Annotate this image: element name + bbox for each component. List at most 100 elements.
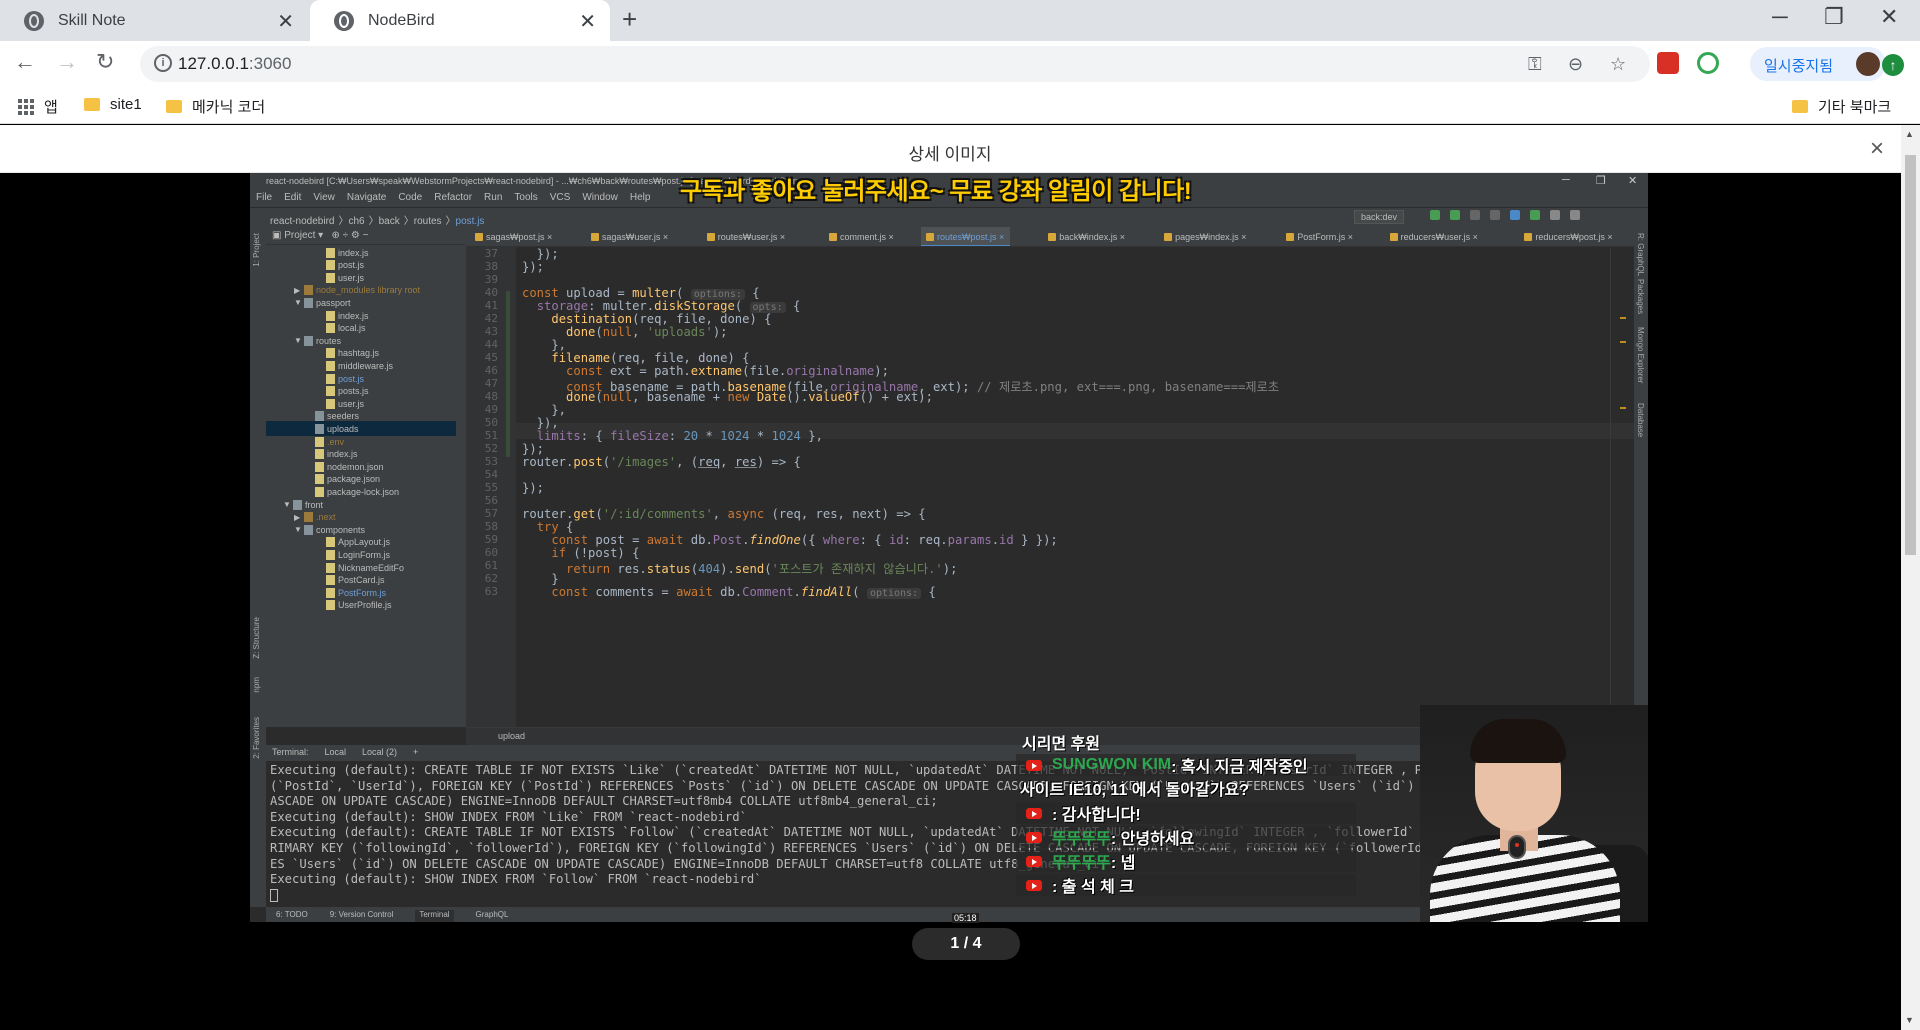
folder-icon: [293, 499, 302, 510]
tree-item-label: node_modules library root: [316, 285, 421, 296]
image-modal-header: 상세 이미지 ×: [0, 125, 1920, 173]
chat-message: 사이트 IE10, 11 에서 돌아갈가요?: [1016, 775, 1249, 801]
extension-icon[interactable]: [1657, 52, 1679, 74]
tree-item-label: user.js: [338, 398, 365, 409]
update-icon[interactable]: ↑: [1882, 54, 1904, 76]
warning-stripe: [1620, 317, 1626, 319]
folder-icon: [166, 100, 182, 113]
youtube-icon: [1026, 855, 1042, 867]
close-window-button[interactable]: ✕: [1880, 4, 1898, 30]
history-icon: [1550, 210, 1560, 220]
file-icon: [326, 247, 335, 258]
video-timecode: 05:18: [952, 913, 979, 923]
ide-menu-item: Run: [484, 192, 503, 203]
editor-tab: routes₩post.js ×: [921, 227, 1011, 246]
editor-tab: sagas₩user.js ×: [586, 227, 674, 246]
ide-menu-item: File: [256, 192, 273, 203]
minimize-window-button[interactable]: ─: [1772, 4, 1788, 30]
other-bookmarks[interactable]: 기타 북마크: [1792, 96, 1891, 117]
npm-tool-label: npm: [252, 677, 261, 693]
bookmark-apps[interactable]: 앱: [18, 96, 58, 117]
file-icon: [326, 373, 335, 384]
search-icon: [1570, 210, 1580, 220]
folder-icon: [304, 285, 313, 296]
key-icon[interactable]: ⚿: [1528, 54, 1542, 75]
folder-icon: [304, 335, 313, 346]
bookmark-mechanic-coder[interactable]: 메카닉 코더: [166, 96, 265, 117]
line-number: 46: [484, 364, 498, 377]
ide-menu-item: Refactor: [434, 192, 473, 203]
ide-tool-button: 9: Version Control: [329, 910, 394, 919]
line-number: 53: [484, 455, 498, 468]
packages-tool-label: Packages: [1636, 279, 1645, 315]
ide-breadcrumb: react-nodebird 〉ch6 〉back 〉routes 〉post.js: [270, 216, 488, 227]
line-number: 54: [484, 468, 498, 481]
tab-title: Skill Note: [58, 11, 126, 29]
close-tab-icon[interactable]: ✕: [277, 9, 294, 34]
youtube-icon: [1026, 831, 1042, 843]
tree-item-label: index.js: [338, 310, 369, 321]
breadcrumb-item: back: [378, 216, 400, 227]
ide-menu-item: Edit: [284, 192, 302, 203]
bookmark-site1[interactable]: site1: [84, 96, 142, 113]
site-info-icon[interactable]: i: [154, 54, 172, 72]
bookmark-label: 기타 북마크: [1818, 99, 1892, 116]
line-number: 62: [484, 572, 498, 585]
line-number: 37: [484, 247, 498, 260]
file-icon: [326, 398, 335, 409]
editor-tab: routes₩user.js ×: [702, 227, 791, 246]
restore-window-button[interactable]: ❐: [1824, 4, 1844, 30]
browser-tab-skill-note[interactable]: Skill Note ✕: [0, 0, 308, 41]
profile-button[interactable]: 일시중지됨: [1750, 47, 1886, 81]
browser-tab-nodebird[interactable]: NodeBird ✕: [310, 0, 610, 41]
close-tab-icon[interactable]: ✕: [579, 9, 596, 34]
database-tool-label: Database: [1636, 403, 1645, 438]
breadcrumb-separator: 〉: [338, 216, 349, 227]
tree-expand-icon: ▼: [294, 525, 302, 535]
close-modal-button[interactable]: ×: [1870, 135, 1884, 163]
tree-item-label: seeders: [327, 411, 360, 422]
tree-item-label: package.json: [327, 474, 381, 485]
chat-message: : 출 석 체 크: [1016, 872, 1356, 898]
line-number: 57: [484, 507, 498, 520]
modal-title: 상세 이미지: [908, 145, 992, 164]
terminal-cursor: [270, 888, 278, 902]
tree-item-label: PostForm.js: [338, 587, 387, 598]
scrollbar-thumb[interactable]: [1905, 155, 1916, 555]
editor-tab: sagas₩post.js ×: [470, 227, 558, 246]
extension-icon-2[interactable]: [1697, 52, 1719, 74]
tree-item-label: PostCard.js: [338, 575, 385, 586]
bookmarks-bar: 앱 site1 메카닉 코더 기타 북마크: [0, 88, 1920, 124]
favorites-tool-label: 2: Favorites: [252, 717, 261, 759]
warning-stripe: [1620, 407, 1626, 409]
ide-menu-item: Tools: [514, 192, 538, 203]
star-icon[interactable]: ☆: [1610, 54, 1626, 75]
line-number: 45: [484, 351, 498, 364]
chat-text: : 감사합니다!: [1052, 807, 1141, 824]
line-number: 41: [484, 299, 498, 312]
forward-arrow-icon[interactable]: →: [56, 49, 78, 75]
tree-item-label: post.js: [338, 373, 365, 384]
microphone-icon: [1508, 835, 1526, 859]
new-tab-button[interactable]: +: [622, 4, 637, 35]
chat-author: 뚜뚜뚜뚜: [1052, 831, 1111, 848]
chat-message: 뚜뚜뚜뚜 : 안녕하세요: [1016, 824, 1356, 850]
tree-expand-icon: ▼: [294, 336, 302, 346]
file-icon: [326, 600, 335, 611]
editor-tab: reducers₩post.js ×: [1519, 227, 1618, 246]
tree-item-label: index.js: [338, 247, 369, 258]
bookmark-label: 앱: [44, 99, 58, 116]
address-bar[interactable]: i 127.0.0.1:3060 ⚿ ⊖ ☆: [140, 46, 1650, 82]
scroll-down-arrow-icon[interactable]: ▼: [1905, 1015, 1914, 1025]
tree-item: UserProfile.js: [266, 598, 456, 613]
line-number: 56: [484, 494, 498, 507]
zoom-icon[interactable]: ⊖: [1568, 54, 1583, 75]
tree-item-label: components: [316, 524, 366, 535]
reload-icon[interactable]: ↻: [96, 49, 114, 75]
breadcrumb-separator: 〉: [445, 216, 456, 227]
back-arrow-icon[interactable]: ←: [14, 49, 36, 75]
chat-author: 뚜뚜뚜뚜: [1052, 855, 1111, 872]
chat-author: SUNGWON KIM: [1052, 756, 1172, 773]
scroll-up-arrow-icon[interactable]: ▲: [1905, 129, 1914, 139]
page-scrollbar[interactable]: ▲ ▼: [1901, 125, 1920, 1030]
